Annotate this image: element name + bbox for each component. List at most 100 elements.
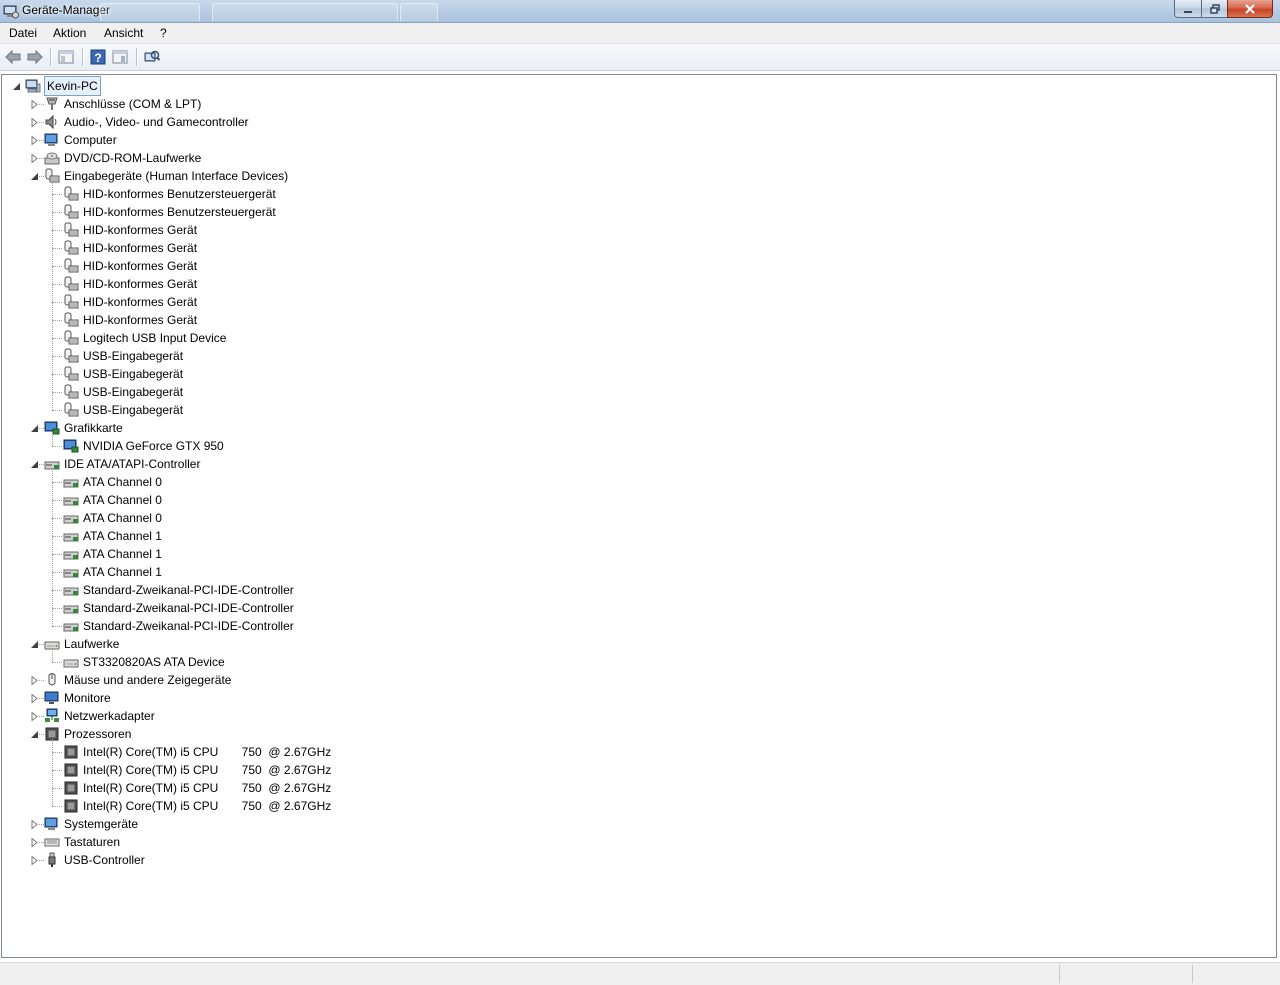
menu-action[interactable]: Aktion — [53, 26, 86, 40]
tree-device-item[interactable]: Standard-Zweikanal-PCI-IDE-Controller — [83, 581, 294, 599]
tree-device-item[interactable]: ATA Channel 1 — [83, 563, 162, 581]
menu-view[interactable]: Ansicht — [104, 26, 143, 40]
hid-icon — [64, 294, 79, 309]
tree-connector-line — [52, 410, 62, 412]
restore-button[interactable] — [1201, 0, 1228, 18]
display-adapter-icon — [63, 439, 79, 453]
tree-device-item[interactable]: HID-konformes Gerät — [83, 293, 197, 311]
expand-arrow-icon[interactable] — [30, 118, 39, 127]
tree-category[interactable]: Prozessoren — [64, 725, 131, 743]
tree-device-item[interactable]: HID-konformes Benutzersteuergerät — [83, 203, 276, 221]
system-devices-icon — [44, 817, 58, 830]
tree-device-item[interactable]: USB-Eingabegerät — [83, 401, 183, 419]
expand-arrow-icon[interactable] — [30, 820, 39, 829]
expand-arrow-icon[interactable] — [30, 154, 39, 163]
tree-category[interactable]: Grafikkarte — [64, 419, 123, 437]
tree-category[interactable]: Netzwerkadapter — [64, 707, 155, 725]
expand-arrow-icon[interactable] — [30, 712, 39, 721]
tree-device-item[interactable]: USB-Eingabegerät — [83, 383, 183, 401]
tree-device-item[interactable]: ST3320820AS ATA Device — [83, 653, 225, 671]
tree-device-item[interactable]: HID-konformes Benutzersteuergerät — [83, 185, 276, 203]
scan-hardware-button[interactable] — [143, 48, 161, 66]
tree-category[interactable]: Eingabegeräte (Human Interface Devices) — [64, 167, 288, 185]
tree-category[interactable]: Laufwerke — [64, 635, 119, 653]
expand-arrow-icon[interactable] — [30, 856, 39, 865]
tree-device-item[interactable]: HID-konformes Gerät — [83, 257, 197, 275]
collapse-arrow-icon[interactable] — [30, 640, 39, 649]
tree-device-item[interactable]: Intel(R) Core(TM) i5 CPU 750 @ 2.67GHz — [83, 743, 331, 761]
hid-icon — [64, 186, 79, 201]
hid-icon — [64, 312, 79, 327]
title-bar[interactable]: Geräte-Manager — [0, 0, 1280, 23]
menu-file[interactable]: Datei — [9, 26, 37, 40]
close-button[interactable] — [1227, 0, 1273, 18]
toolbar-separator — [50, 48, 52, 66]
collapse-arrow-icon[interactable] — [30, 730, 39, 739]
tree-device-item[interactable]: ATA Channel 0 — [83, 509, 162, 527]
back-button[interactable] — [4, 48, 22, 66]
svg-text:?: ? — [94, 51, 101, 65]
tree-category[interactable]: Mäuse und andere Zeigegeräte — [64, 671, 231, 689]
tree-device-item[interactable]: Standard-Zweikanal-PCI-IDE-Controller — [83, 599, 294, 617]
dvd-drive-icon — [44, 152, 60, 165]
tree-category[interactable]: DVD/CD-ROM-Laufwerke — [64, 149, 201, 167]
close-icon — [1245, 3, 1255, 14]
console-tree-icon — [58, 50, 74, 64]
restore-icon — [1209, 3, 1220, 14]
tree-device-item[interactable]: ATA Channel 1 — [83, 527, 162, 545]
tree-device-item[interactable]: Intel(R) Core(TM) i5 CPU 750 @ 2.67GHz — [83, 761, 331, 779]
device-tree[interactable]: Kevin-PC Anschlüsse (COM & LPT) Audio-, Vi… — [1, 74, 1277, 958]
collapse-arrow-icon[interactable] — [30, 424, 39, 433]
tree-device-item[interactable]: NVIDIA GeForce GTX 950 — [83, 437, 224, 455]
tree-device-item[interactable]: HID-konformes Gerät — [83, 275, 197, 293]
tree-category[interactable]: Tastaturen — [64, 833, 120, 851]
expand-arrow-icon[interactable] — [30, 838, 39, 847]
tree-device-item[interactable]: HID-konformes Gerät — [83, 239, 197, 257]
tree-category[interactable]: IDE ATA/ATAPI-Controller — [64, 455, 200, 473]
computer-icon — [44, 133, 58, 146]
processor-icon — [64, 745, 78, 759]
tree-device-item[interactable]: Intel(R) Core(TM) i5 CPU 750 @ 2.67GHz — [83, 797, 331, 815]
hid-icon — [64, 258, 79, 273]
tree-category[interactable]: USB-Controller — [64, 851, 145, 869]
computer-root-icon — [25, 79, 41, 93]
hid-icon — [64, 240, 79, 255]
background-window-tab — [100, 3, 200, 21]
expand-arrow-icon[interactable] — [30, 694, 39, 703]
tree-category[interactable]: Computer — [64, 131, 117, 149]
tree-device-item[interactable]: USB-Eingabegerät — [83, 365, 183, 383]
tree-device-item[interactable]: Intel(R) Core(TM) i5 CPU 750 @ 2.67GHz — [83, 779, 331, 797]
menu-help[interactable]: ? — [160, 26, 167, 40]
background-window-tab — [400, 3, 438, 21]
collapse-arrow-icon[interactable] — [30, 460, 39, 469]
tree-device-item[interactable]: Standard-Zweikanal-PCI-IDE-Controller — [83, 617, 294, 635]
tree-device-item[interactable]: Logitech USB Input Device — [83, 329, 226, 347]
forward-arrow-icon — [27, 50, 43, 64]
keyboard-icon — [44, 838, 60, 847]
tree-category[interactable]: Systemgeräte — [64, 815, 138, 833]
device-manager-icon — [3, 5, 19, 19]
properties-pane-button[interactable] — [111, 48, 129, 66]
tree-device-item[interactable]: ATA Channel 0 — [83, 491, 162, 509]
expand-arrow-icon[interactable] — [30, 136, 39, 145]
tree-category[interactable]: Monitore — [64, 689, 111, 707]
help-button[interactable]: ? — [89, 48, 107, 66]
action-pane-icon — [112, 50, 128, 64]
tree-device-item[interactable]: USB-Eingabegerät — [83, 347, 183, 365]
show-hide-console-tree-button[interactable] — [57, 48, 75, 66]
expand-arrow-icon[interactable] — [30, 100, 39, 109]
tree-category[interactable]: Audio-, Video- und Gamecontroller — [64, 113, 249, 131]
forward-button[interactable] — [26, 48, 44, 66]
minimize-button[interactable] — [1174, 0, 1202, 18]
tree-device-item[interactable]: HID-konformes Gerät — [83, 311, 197, 329]
tree-device-item[interactable]: HID-konformes Gerät — [83, 221, 197, 239]
collapse-arrow-icon[interactable] — [12, 82, 21, 91]
tree-category[interactable]: Anschlüsse (COM & LPT) — [64, 95, 201, 113]
expand-arrow-icon[interactable] — [30, 676, 39, 685]
collapse-arrow-icon[interactable] — [30, 172, 39, 181]
ide-controller-icon — [63, 551, 79, 560]
tree-device-item[interactable]: ATA Channel 1 — [83, 545, 162, 563]
speaker-icon — [45, 114, 57, 130]
tree-device-item[interactable]: ATA Channel 0 — [83, 473, 162, 491]
tree-root-computer[interactable]: Kevin-PC — [44, 76, 101, 96]
